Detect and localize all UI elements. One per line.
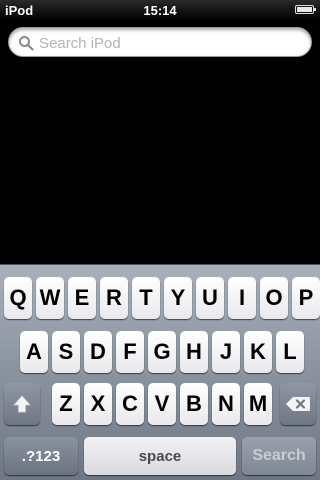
keyboard: Q W E R T Y U I O P A S D F G H J K L Z … xyxy=(0,264,320,480)
key-k[interactable]: K xyxy=(244,331,272,373)
shift-key[interactable] xyxy=(4,383,40,425)
search-key[interactable]: Search xyxy=(242,437,316,475)
key-w[interactable]: W xyxy=(36,277,64,319)
space-key[interactable]: space xyxy=(84,437,236,475)
key-y[interactable]: Y xyxy=(164,277,192,319)
key-h[interactable]: H xyxy=(180,331,208,373)
delete-key[interactable] xyxy=(280,383,316,425)
key-a[interactable]: A xyxy=(20,331,48,373)
key-d[interactable]: D xyxy=(84,331,112,373)
key-b[interactable]: B xyxy=(180,383,208,425)
key-m[interactable]: M xyxy=(244,383,272,425)
key-e[interactable]: E xyxy=(68,277,96,319)
search-field[interactable] xyxy=(8,27,312,57)
key-t[interactable]: T xyxy=(132,277,160,319)
clock: 15:14 xyxy=(143,3,177,18)
battery-icon xyxy=(295,5,316,14)
key-z[interactable]: Z xyxy=(52,383,80,425)
key-q[interactable]: Q xyxy=(4,277,32,319)
key-c[interactable]: C xyxy=(116,383,144,425)
key-i[interactable]: I xyxy=(228,277,256,319)
key-o[interactable]: O xyxy=(260,277,288,319)
numbers-key[interactable]: .?123 xyxy=(4,437,78,475)
shift-arrow-icon xyxy=(13,395,31,413)
key-u[interactable]: U xyxy=(196,277,224,319)
key-j[interactable]: J xyxy=(212,331,240,373)
search-bar xyxy=(0,20,320,64)
key-f[interactable]: F xyxy=(116,331,144,373)
search-input[interactable] xyxy=(39,33,299,53)
key-g[interactable]: G xyxy=(148,331,176,373)
key-p[interactable]: P xyxy=(292,277,320,319)
key-s[interactable]: S xyxy=(52,331,80,373)
backspace-icon xyxy=(286,397,310,411)
key-r[interactable]: R xyxy=(100,277,128,319)
status-bar: iPod 15:14 xyxy=(0,0,320,20)
search-icon xyxy=(19,36,34,51)
key-x[interactable]: X xyxy=(84,383,112,425)
key-v[interactable]: V xyxy=(148,383,176,425)
key-l[interactable]: L xyxy=(276,331,304,373)
key-n[interactable]: N xyxy=(212,383,240,425)
